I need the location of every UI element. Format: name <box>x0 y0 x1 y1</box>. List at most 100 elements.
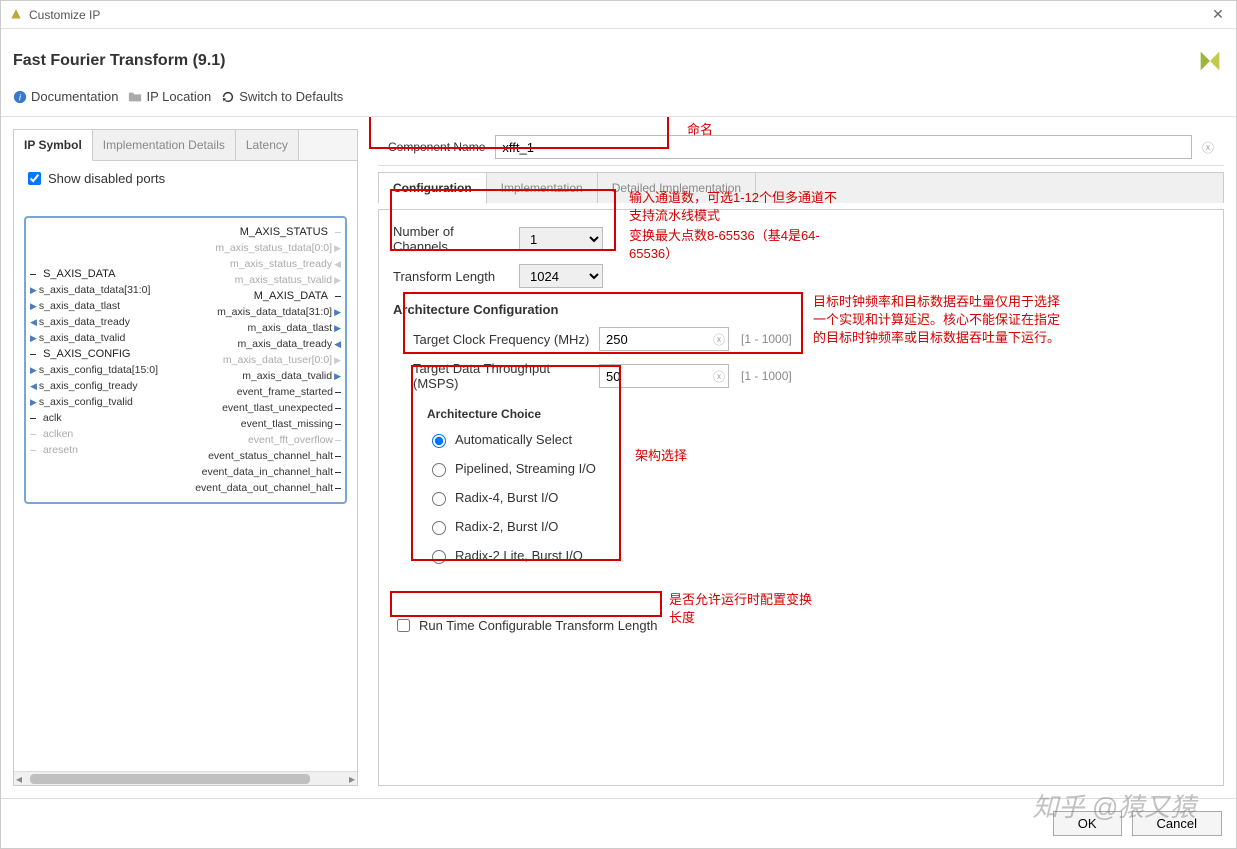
throughput-row: Target Data Throughput (MSPS) ⓧ [1 - 100… <box>413 361 1209 391</box>
show-disabled-label: Show disabled ports <box>48 171 165 186</box>
ip-symbol-block: S_AXIS_DATA ▶s_axis_data_tdata[31:0] ▶s_… <box>24 216 347 504</box>
port-aresetn: aresetn <box>43 442 78 458</box>
documentation-link[interactable]: i Documentation <box>13 89 118 104</box>
clock-freq-row: Target Clock Frequency (MHz) ⓧ [1 - 1000… <box>413 327 1209 351</box>
throughput-range: [1 - 1000] <box>741 369 792 383</box>
ip-left-ports: S_AXIS_DATA ▶s_axis_data_tdata[31:0] ▶s_… <box>30 224 186 496</box>
port-r2: m_axis_status_tready <box>230 256 332 272</box>
port-l1: s_axis_data_tdata[31:0] <box>39 282 151 298</box>
port-l7: s_axis_config_tvalid <box>39 394 133 410</box>
port-s-axis-config: S_AXIS_CONFIG <box>43 346 130 362</box>
port-r13: event_status_channel_halt <box>208 448 333 464</box>
close-icon[interactable]: ✕ <box>1208 5 1228 25</box>
scroll-left-arrow-icon[interactable]: ◂ <box>16 772 22 786</box>
port-r1: m_axis_status_tdata[0:0] <box>215 240 332 256</box>
component-name-row: Component Name ⓧ <box>378 129 1224 166</box>
refresh-icon <box>221 90 235 104</box>
left-panel: IP Symbol Implementation Details Latency… <box>13 129 358 786</box>
tab-configuration[interactable]: Configuration <box>379 173 487 204</box>
ip-right-ports: M_AXIS_STATUS m_axis_status_tdata[0:0]▶ … <box>186 224 342 496</box>
port-r4: m_axis_data_tdata[31:0] <box>217 304 332 320</box>
throughput-label: Target Data Throughput (MSPS) <box>413 361 591 391</box>
tab-detailed-implementation[interactable]: Detailed Implementation <box>598 173 756 203</box>
arch-opt-radix2lite[interactable]: Radix-2 Lite, Burst I/O <box>427 547 1195 564</box>
show-disabled-checkbox[interactable] <box>28 172 41 185</box>
clear-name-icon[interactable]: ⓧ <box>1202 139 1214 156</box>
port-r8: m_axis_data_tvalid <box>242 368 332 384</box>
runtime-label: Run Time Configurable Transform Length <box>419 618 657 633</box>
port-r14: event_data_in_channel_halt <box>202 464 333 480</box>
transform-length-row: Transform Length 1024 <box>393 264 1209 288</box>
tab-impl-details[interactable]: Implementation Details <box>93 130 236 160</box>
num-channels-select[interactable]: 1 <box>519 227 603 251</box>
port-r10: event_tlast_unexpected <box>222 400 333 416</box>
port-r6: m_axis_data_tready <box>238 336 333 352</box>
port-m-axis-status: M_AXIS_STATUS <box>240 224 328 240</box>
right-panel: Component Name ⓧ Configuration Implement… <box>378 129 1224 786</box>
window: Customize IP ✕ Fast Fourier Transform (9… <box>0 0 1237 849</box>
arch-opt-radix2[interactable]: Radix-2, Burst I/O <box>427 518 1195 535</box>
transform-length-label: Transform Length <box>393 269 511 284</box>
runtime-cfg-check[interactable]: Run Time Configurable Transform Length <box>393 616 1209 635</box>
port-s-axis-data: S_AXIS_DATA <box>43 266 115 282</box>
page-title: Fast Fourier Transform (9.1) <box>13 52 1196 70</box>
horizontal-scrollbar[interactable]: ◂ ▸ <box>14 771 357 785</box>
port-l5: s_axis_config_tdata[15:0] <box>39 362 158 378</box>
clear-throughput-icon[interactable]: ⓧ <box>713 368 725 385</box>
transform-length-select[interactable]: 1024 <box>519 264 603 288</box>
clock-freq-label: Target Clock Frequency (MHz) <box>413 332 591 347</box>
port-l6: s_axis_config_tready <box>39 378 138 394</box>
info-icon: i <box>13 90 27 104</box>
arch-choice-box: Architecture Choice Automatically Select… <box>413 401 1209 586</box>
port-l4: s_axis_data_tvalid <box>39 330 125 346</box>
clock-range: [1 - 1000] <box>741 332 792 346</box>
port-r9: event_frame_started <box>237 384 333 400</box>
port-r3: m_axis_status_tvalid <box>235 272 332 288</box>
app-icon <box>9 8 23 22</box>
port-l3: s_axis_data_tready <box>39 314 130 330</box>
port-r5: m_axis_data_tlast <box>247 320 332 336</box>
show-disabled-ports-check[interactable]: Show disabled ports <box>20 167 351 190</box>
window-title: Customize IP <box>29 8 1208 22</box>
tab-implementation[interactable]: Implementation <box>487 173 598 203</box>
header: Fast Fourier Transform (9.1) <box>1 29 1236 83</box>
tab-ip-symbol[interactable]: IP Symbol <box>14 130 93 161</box>
arch-opt-auto[interactable]: Automatically Select <box>427 431 1195 448</box>
component-name-label: Component Name <box>388 140 485 154</box>
arch-choice-title: Architecture Choice <box>427 407 1195 421</box>
throughput-input[interactable] <box>599 364 729 388</box>
clear-clock-icon[interactable]: ⓧ <box>713 331 725 348</box>
ok-button[interactable]: OK <box>1053 811 1122 836</box>
scroll-right-arrow-icon[interactable]: ▸ <box>349 772 355 786</box>
switch-defaults-link[interactable]: Switch to Defaults <box>221 89 343 104</box>
component-name-input[interactable] <box>495 135 1192 159</box>
port-r12: event_fft_overflow <box>248 432 333 448</box>
cfg-tabs: Configuration Implementation Detailed Im… <box>378 172 1224 203</box>
titlebar: Customize IP ✕ <box>1 1 1236 29</box>
cancel-button[interactable]: Cancel <box>1132 811 1222 836</box>
xilinx-logo-icon <box>1196 47 1224 75</box>
left-content: Show disabled ports S_AXIS_DATA ▶s_axis_… <box>14 161 357 771</box>
left-tabs: IP Symbol Implementation Details Latency <box>14 130 357 161</box>
port-aclken: aclken <box>43 426 73 442</box>
port-l2: s_axis_data_tlast <box>39 298 120 314</box>
runtime-checkbox[interactable] <box>397 619 410 632</box>
folder-icon <box>128 90 142 104</box>
clock-freq-input[interactable] <box>599 327 729 351</box>
toolbar: i Documentation IP Location Switch to De… <box>1 83 1236 117</box>
arch-opt-radix4[interactable]: Radix-4, Burst I/O <box>427 489 1195 506</box>
port-r11: event_tlast_missing <box>241 416 333 432</box>
port-m-axis-data: M_AXIS_DATA <box>254 288 328 304</box>
footer: OK Cancel <box>1 798 1236 848</box>
num-channels-row: Number of Channels 1 <box>393 224 1209 254</box>
port-r7: m_axis_data_tuser[0:0] <box>223 352 332 368</box>
arch-cfg-title: Architecture Configuration <box>393 302 1209 317</box>
body: IP Symbol Implementation Details Latency… <box>1 117 1236 798</box>
ip-location-link[interactable]: IP Location <box>128 89 211 104</box>
arch-opt-pipelined[interactable]: Pipelined, Streaming I/O <box>427 460 1195 477</box>
cfg-body: Number of Channels 1 Transform Length 10… <box>378 209 1224 786</box>
tab-latency[interactable]: Latency <box>236 130 299 160</box>
port-aclk: aclk <box>43 410 62 426</box>
scroll-thumb[interactable] <box>30 774 310 784</box>
num-channels-label: Number of Channels <box>393 224 511 254</box>
